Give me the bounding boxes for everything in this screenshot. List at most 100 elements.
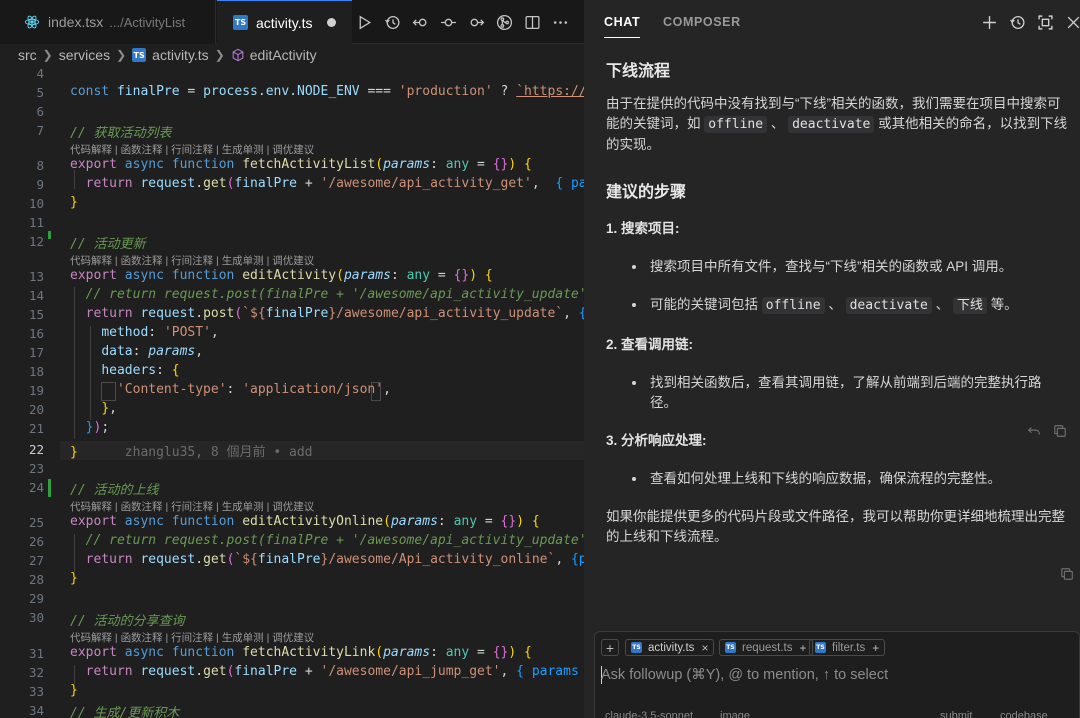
remove-context-icon[interactable]: × xyxy=(701,641,708,655)
close-icon[interactable] xyxy=(1064,13,1080,31)
function-name: editActivityOnline xyxy=(242,514,384,529)
line-number: 6 xyxy=(36,104,44,119)
code-line: export async function fetchActivityList(… xyxy=(70,157,532,172)
codelens-optimize[interactable]: 调优建议 xyxy=(272,632,314,644)
chat-composer[interactable]: + TS activity.ts × TS request.ts + TS fi… xyxy=(594,631,1080,718)
code-line: } xyxy=(70,195,78,210)
code-token: process xyxy=(203,84,258,99)
line-number: 17 xyxy=(28,345,44,360)
history-icon[interactable] xyxy=(383,13,401,31)
code-comment: // 生成/更新积木 xyxy=(70,706,180,718)
codelens-fn-comment[interactable]: 函数注释 xyxy=(121,255,163,267)
undo-icon[interactable] xyxy=(1027,424,1041,443)
run-icon[interactable] xyxy=(355,13,373,31)
codelens-optimize[interactable]: 调优建议 xyxy=(272,255,314,267)
code-line: const finalPre = process.env.NODE_ENV ==… xyxy=(70,84,584,99)
split-editor-icon[interactable] xyxy=(523,13,541,31)
model-selector[interactable]: claude-3.5-sonnet xyxy=(605,710,693,718)
editor-pane: index.tsx .../ActivityList TS activity.t… xyxy=(0,0,584,718)
new-chat-icon[interactable] xyxy=(980,13,998,31)
more-icon[interactable] xyxy=(551,13,569,31)
unsaved-dot-icon[interactable] xyxy=(326,18,336,27)
code-token: { params } xyxy=(516,664,579,679)
go-back-icon[interactable] xyxy=(411,13,429,31)
copy-icon[interactable] xyxy=(1053,424,1067,443)
code-token: params xyxy=(148,344,196,359)
submit-button[interactable]: submit xyxy=(940,710,972,718)
codelens-fn-comment[interactable]: 函数注释 xyxy=(121,632,163,644)
step-title: 2. 查看调用链: xyxy=(606,337,694,352)
breadcrumb-item-file[interactable]: activity.ts xyxy=(152,47,209,63)
breadcrumb-item-src[interactable]: src xyxy=(18,47,37,63)
codelens-explain[interactable]: 代码解释 xyxy=(70,144,112,156)
code-line: } xyxy=(70,571,78,586)
codelens-line-comment[interactable]: 行间注释 xyxy=(171,255,213,267)
codebase-button[interactable]: codebase xyxy=(1000,710,1048,718)
codelens-unit-test[interactable]: 生成单测 xyxy=(222,632,264,644)
list-item: 搜索项目中所有文件，查找与“下线”相关的函数或 API 调用。 xyxy=(606,257,1068,277)
context-pill-label: request.ts xyxy=(742,641,793,654)
tab-composer[interactable]: COMPOSER xyxy=(663,0,741,44)
line-number: 32 xyxy=(28,665,44,680)
maximize-icon[interactable] xyxy=(1036,13,1054,31)
tab-index-tsx[interactable]: index.tsx .../ActivityList xyxy=(0,0,216,44)
codelens-explain[interactable]: 代码解释 xyxy=(70,632,112,644)
breadcrumb-item-services[interactable]: services xyxy=(59,47,110,63)
context-pill-activity[interactable]: TS activity.ts × xyxy=(625,639,715,656)
code-line: } zhanglu35, 8 個月前 • add xyxy=(70,445,313,460)
line-number: 23 xyxy=(28,461,44,476)
tab-chat[interactable]: CHAT xyxy=(604,0,641,44)
codelens-line-comment[interactable]: 行间注释 xyxy=(171,501,213,513)
code-token: data xyxy=(101,344,133,359)
codelens-optimize[interactable]: 调优建议 xyxy=(272,144,314,156)
inline-code: offline xyxy=(761,297,825,314)
code-line: // return request.post(finalPre + '/awes… xyxy=(70,287,584,302)
tab-activity-ts[interactable]: TS activity.ts xyxy=(217,0,352,44)
code-token: method xyxy=(101,325,149,340)
code-token: 'production' xyxy=(398,84,493,99)
codelens-explain[interactable]: 代码解释 xyxy=(70,255,112,267)
git-merge-icon[interactable] xyxy=(495,13,513,31)
context-pill-request[interactable]: TS request.ts + xyxy=(719,639,813,656)
source-control-icon[interactable] xyxy=(439,13,457,31)
codelens-fn-comment[interactable]: 函数注释 xyxy=(121,144,163,156)
code-comment: // return request.post(finalPre + '/awes… xyxy=(85,533,584,548)
code-line: }, xyxy=(101,401,117,416)
codelens-line-comment[interactable]: 行间注释 xyxy=(171,632,213,644)
line-number: 28 xyxy=(28,572,44,587)
add-context-icon[interactable]: + xyxy=(872,641,879,655)
codelens-unit-test[interactable]: 生成单测 xyxy=(222,501,264,513)
breadcrumb-item-symbol[interactable]: editActivity xyxy=(250,47,317,63)
typescript-file-icon: TS xyxy=(725,642,736,653)
codelens-fn-comment[interactable]: 函数注释 xyxy=(121,501,163,513)
image-button[interactable]: image xyxy=(720,710,750,718)
step-title: 3. 分析响应处理: xyxy=(606,433,707,448)
inline-code: offline xyxy=(704,116,768,133)
function-name: fetchActivityList xyxy=(242,157,376,172)
line-number: 16 xyxy=(28,326,44,341)
copy-icon[interactable] xyxy=(1060,567,1074,586)
breadcrumb: src ❯ services ❯ TS activity.ts ❯ editAc… xyxy=(0,44,584,66)
git-blame-annotation[interactable]: zhanglu35, 8 個月前 • add xyxy=(125,445,313,460)
message-paragraph: 由于在提供的代码中没有找到与“下线”相关的函数，我们需要在项目中搜索可能的关键词… xyxy=(606,94,1068,155)
go-forward-icon[interactable] xyxy=(467,13,485,31)
line-number: 13 xyxy=(28,269,44,284)
followup-input[interactable] xyxy=(601,664,1071,686)
context-pill-filter[interactable]: TS filter.ts + xyxy=(809,639,886,656)
code-editor[interactable]: 4 5 6 7 8 9 10 11 12 13 14 15 16 17 18 1… xyxy=(0,64,584,718)
codelens-unit-test[interactable]: 生成单测 xyxy=(222,255,264,267)
code-comment: // 活动的上线 xyxy=(70,483,159,498)
image-label: image xyxy=(720,710,750,718)
codelens-unit-test[interactable]: 生成单测 xyxy=(222,144,264,156)
codelens-explain[interactable]: 代码解释 xyxy=(70,501,112,513)
add-context-icon[interactable]: + xyxy=(800,641,807,655)
text: 、 xyxy=(770,116,785,131)
chat-header: CHAT COMPOSER xyxy=(584,0,1080,44)
line-number: 29 xyxy=(28,591,44,606)
history-icon[interactable] xyxy=(1008,13,1026,31)
add-context-button[interactable]: + xyxy=(601,639,619,656)
codelens-line-comment[interactable]: 行间注释 xyxy=(171,144,213,156)
code-token: '/awesome/api_activity_get' xyxy=(320,176,532,191)
code-token: headers xyxy=(101,363,157,378)
codelens-optimize[interactable]: 调优建议 xyxy=(272,501,314,513)
